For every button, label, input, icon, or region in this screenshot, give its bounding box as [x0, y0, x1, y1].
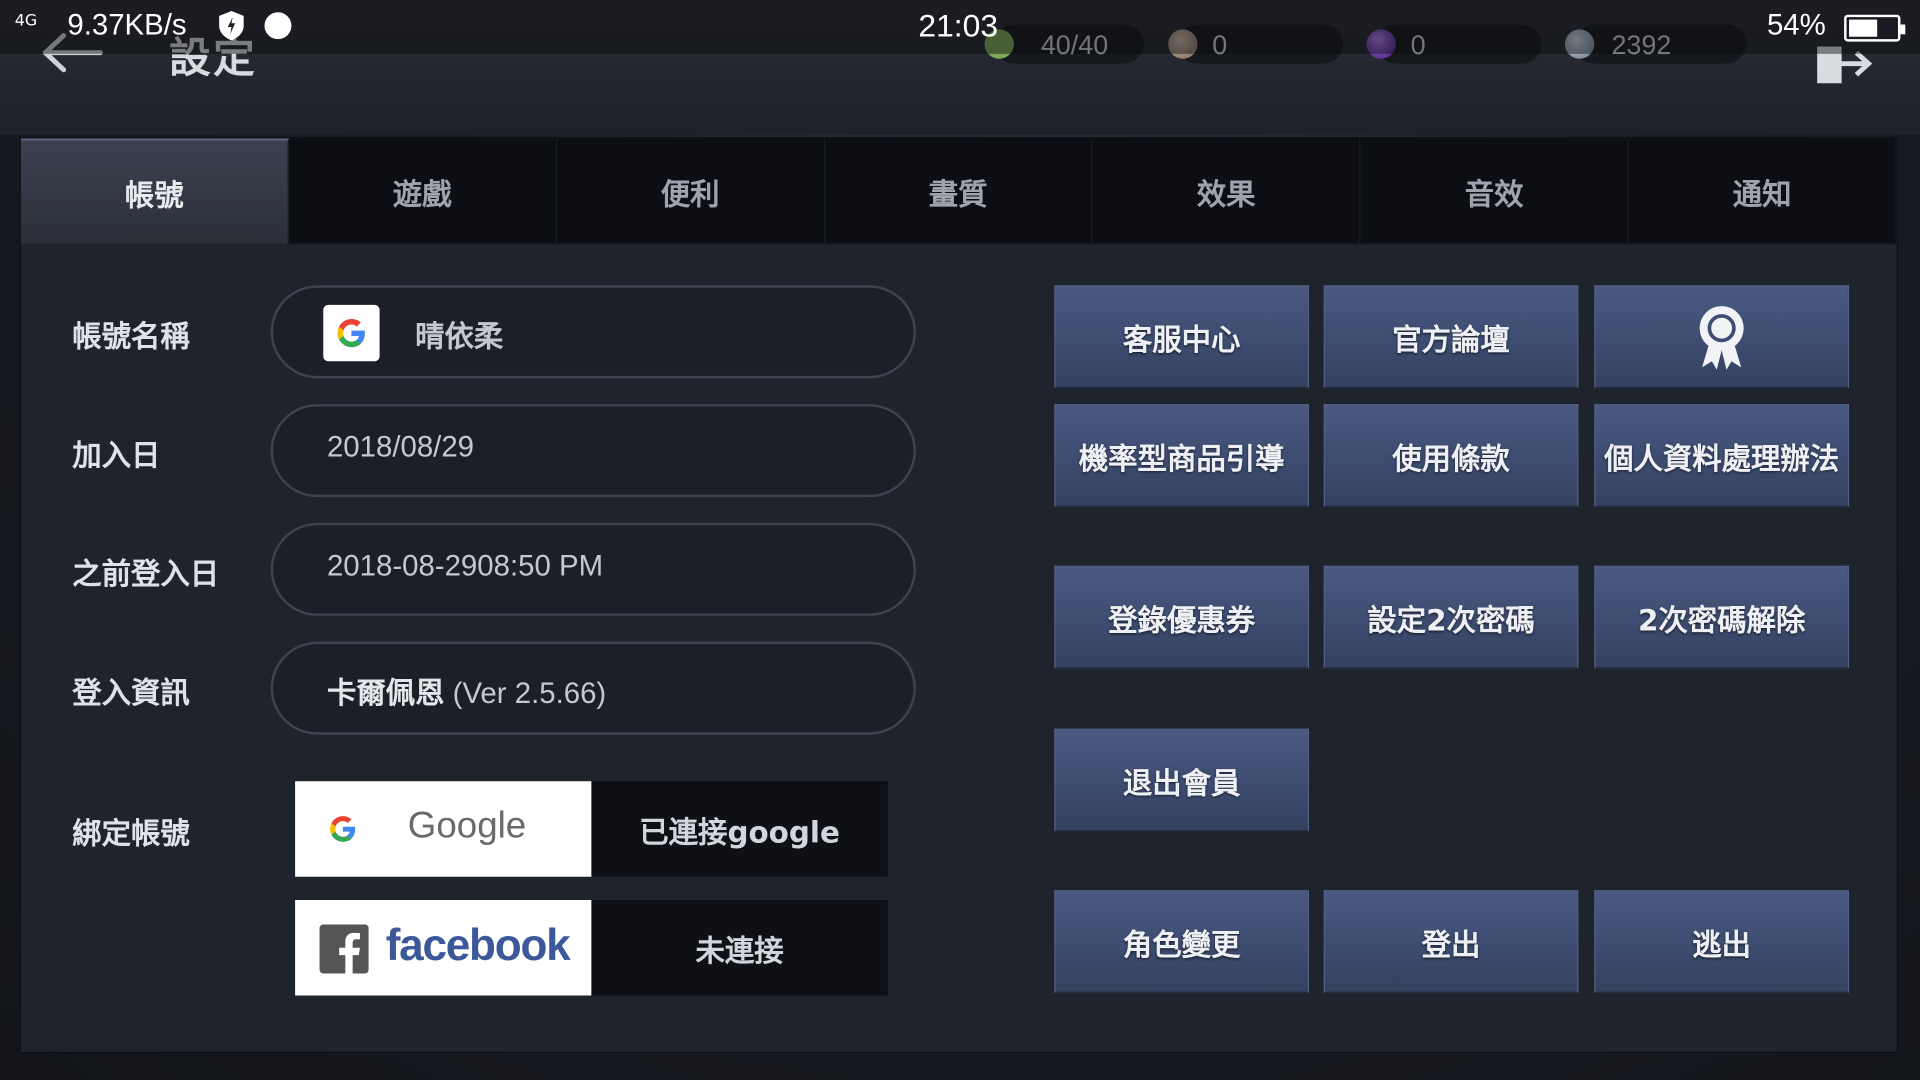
network-speed: 9.37KB/s [67, 8, 187, 42]
award-button[interactable] [1594, 285, 1849, 389]
account-name-label: 帳號名稱 [72, 319, 190, 354]
register-coupon-button[interactable]: 登錄優惠券 [1054, 565, 1309, 669]
notification-face-icon [264, 12, 292, 40]
tab-effects[interactable]: 效果 [1093, 138, 1361, 244]
last-login-value: 2018-08-2908:50 PM [326, 549, 604, 583]
account-name-value: 晴依柔 [415, 319, 504, 354]
tab-graphics[interactable]: 畫質 [825, 138, 1093, 244]
settings-panel: 帳號 遊戲 便利 畫質 效果 音效 通知 帳號名稱 晴依柔 加入日 2018/0… [19, 137, 1898, 1054]
login-info-field: 卡爾佩恩 (Ver 2.5.66) [270, 641, 916, 735]
join-date-value: 2018/08/29 [326, 431, 475, 465]
logout-button[interactable]: 登出 [1323, 890, 1579, 994]
last-login-label: 之前登入日 [72, 557, 220, 592]
join-date-label: 加入日 [72, 438, 161, 473]
tab-sound[interactable]: 音效 [1361, 138, 1629, 244]
google-logo-icon [323, 304, 380, 362]
change-character-button[interactable]: 角色變更 [1054, 890, 1309, 994]
system-status-bar: 4G 9.37KB/s 21:03 54% [0, 0, 1920, 54]
google-g-icon [330, 816, 356, 842]
shield-icon [219, 11, 244, 41]
battery-fill [1848, 19, 1877, 37]
header-bar: 設定 40/40 0 0 2392 4G 9.37KB/s 21:03 54% [0, 0, 1920, 135]
tab-account[interactable]: 帳號 [20, 138, 289, 244]
facebook-bind-button[interactable]: facebook [295, 900, 592, 996]
terms-of-use-button[interactable]: 使用條款 [1323, 404, 1579, 507]
battery-percent: 54% [1766, 8, 1826, 42]
server-name: 卡爾佩恩 [326, 675, 445, 711]
account-name-field: 晴依柔 [270, 285, 916, 379]
remove-second-password-button[interactable]: 2次密碼解除 [1594, 565, 1849, 669]
battery-icon [1844, 14, 1906, 42]
login-info-value: 卡爾佩恩 (Ver 2.5.66) [327, 669, 606, 712]
tab-notifications[interactable]: 通知 [1629, 138, 1897, 244]
tab-convenience[interactable]: 便利 [557, 138, 825, 244]
support-center-button[interactable]: 客服中心 [1054, 285, 1309, 389]
facebook-button-label: facebook [385, 919, 571, 970]
google-status: 已連接google [591, 781, 888, 877]
set-second-password-button[interactable]: 設定2次密碼 [1323, 565, 1579, 669]
official-forum-button[interactable]: 官方論壇 [1323, 285, 1579, 389]
version-text: (Ver 2.5.66) [452, 677, 607, 711]
tab-game[interactable]: 遊戲 [289, 138, 557, 244]
settings-screen: 設定 40/40 0 0 2392 4G 9.37KB/s 21:03 54% … [0, 0, 1920, 1080]
last-login-field: 2018-08-2908:50 PM [270, 522, 916, 616]
facebook-status: 未連接 [591, 900, 888, 996]
withdraw-membership-button[interactable]: 退出會員 [1054, 728, 1309, 832]
join-date-field: 2018/08/29 [270, 404, 916, 498]
award-ribbon-icon [1699, 306, 1744, 370]
google-button-label: Google [407, 805, 527, 847]
tab-bar: 帳號 遊戲 便利 畫質 效果 音效 通知 [20, 138, 1897, 244]
escape-button[interactable]: 逃出 [1594, 890, 1849, 994]
privacy-policy-button[interactable]: 個人資料處理辦法 [1594, 404, 1849, 507]
bind-account-label: 綁定帳號 [72, 816, 190, 852]
probability-guide-button[interactable]: 機率型商品引導 [1054, 404, 1309, 507]
login-info-label: 登入資訊 [72, 675, 190, 711]
google-bind-button[interactable]: Google [295, 781, 592, 877]
clock: 21:03 [918, 7, 999, 45]
facebook-f-icon [319, 924, 369, 974]
signal-icon: 4G [14, 12, 38, 31]
